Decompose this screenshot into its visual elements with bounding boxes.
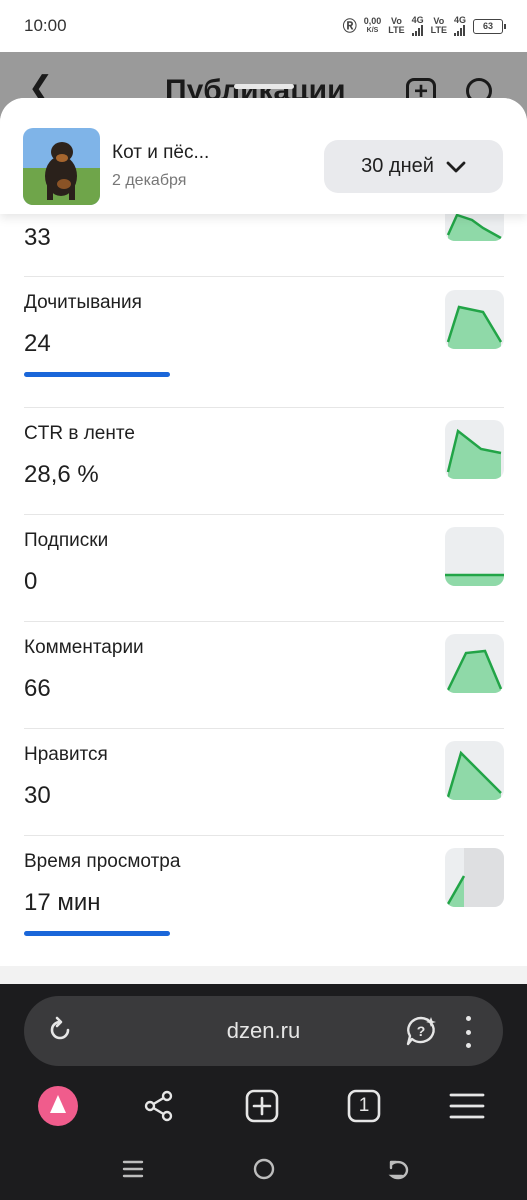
nfc-icon: Ⓡ [342, 18, 357, 34]
network-speed: 0,00 K/S [364, 17, 382, 35]
publication-title[interactable]: Кот и пёс... [112, 142, 209, 164]
metric-row-subscriptions[interactable]: Подписки 0 [24, 528, 504, 608]
new-tab-button[interactable] [240, 1084, 284, 1128]
metric-row-read-through[interactable]: Дочитывания 24 [24, 290, 504, 380]
period-label: 30 дней [361, 155, 434, 177]
signal-2-gen: 4G [453, 15, 466, 25]
metric-value: 17 мин [24, 889, 101, 916]
metric-label: Комментарии [24, 637, 144, 658]
volte-1: Vo LTE [388, 17, 404, 35]
volte-1-bottom: LTE [388, 25, 405, 35]
divider [24, 407, 504, 408]
progress-bar [24, 931, 170, 936]
share-button[interactable] [137, 1084, 181, 1128]
divider [24, 728, 504, 729]
metric-label: Нравится [24, 744, 108, 765]
menu-button[interactable] [445, 1084, 489, 1128]
metric-row-ctr[interactable]: CTR в ленте 28,6 % [24, 421, 504, 501]
system-navigation [0, 1154, 527, 1190]
metric-label: CTR в ленте [24, 423, 135, 444]
alice-icon [38, 1086, 78, 1126]
divider [24, 835, 504, 836]
browser-bar: dzen.ru ? 1 [0, 984, 527, 1200]
battery-level: 63 [482, 21, 493, 31]
metric-value: 33 [24, 224, 51, 251]
metric-value: 28,6 % [24, 461, 99, 488]
divider [24, 621, 504, 622]
sparkline-chart [445, 848, 504, 907]
metric-value: 0 [24, 568, 38, 595]
status-time: 10:00 [24, 16, 67, 35]
tabs-button[interactable]: 1 [342, 1084, 386, 1128]
tabs-count: 1 [358, 1095, 370, 1116]
sparkline-chart [445, 741, 504, 800]
sheet-grabber[interactable] [234, 84, 294, 89]
signal-1-gen: 4G [411, 15, 424, 25]
metric-label: Дочитывания [24, 292, 142, 313]
plus-square-icon [245, 1089, 279, 1123]
progress-bar [24, 372, 170, 377]
metric-row-watch-time[interactable]: Время просмотра 17 мин [24, 849, 504, 939]
metric-value: 24 [24, 330, 51, 357]
metric-row-views[interactable]: 33 [24, 214, 504, 274]
address-bar[interactable]: dzen.ru ? [24, 996, 503, 1066]
volte-2: Vo LTE [431, 17, 447, 35]
battery-icon: 63 [473, 18, 506, 34]
hamburger-menu-icon [449, 1093, 485, 1119]
sparkline-chart [445, 634, 504, 693]
status-icons: Ⓡ 0,00 K/S Vo LTE 4G Vo LTE 4G 63 [342, 16, 506, 36]
signal-2: 4G [454, 16, 466, 36]
signal-bars-icon [454, 25, 466, 36]
divider [24, 514, 504, 515]
metric-label: Подписки [24, 530, 109, 551]
publication-date: 2 декабря [112, 172, 187, 189]
assistant-question-icon[interactable]: ? [404, 1014, 438, 1048]
metric-value: 30 [24, 782, 51, 809]
svg-text:?: ? [417, 1023, 426, 1039]
signal-bars-icon [412, 25, 424, 36]
stats-sheet: 33 Дочитывания 24 CTR в ленте 28,6 % Под… [0, 98, 527, 984]
status-bar: 10:00 Ⓡ 0,00 K/S Vo LTE 4G Vo LTE 4G 63 [0, 0, 527, 52]
alice-button[interactable] [36, 1084, 80, 1128]
sparkline-chart [445, 420, 504, 479]
volte-2-bottom: LTE [430, 25, 447, 35]
publication-header: Кот и пёс... 2 декабря 30 дней [0, 98, 527, 214]
chevron-down-icon [446, 161, 466, 172]
back-icon[interactable] [382, 1154, 412, 1184]
share-icon [144, 1090, 173, 1122]
sparkline-chart [445, 527, 504, 586]
metrics-list: 33 Дочитывания 24 CTR в ленте 28,6 % Под… [0, 98, 527, 966]
divider [24, 276, 504, 277]
metric-row-comments[interactable]: Комментарии 66 [24, 635, 504, 715]
metric-label: Время просмотра [24, 851, 181, 872]
metric-row-likes[interactable]: Нравится 30 [24, 742, 504, 822]
sparkline-chart [445, 290, 504, 349]
signal-1: 4G [412, 16, 424, 36]
network-speed-unit: K/S [366, 27, 379, 34]
more-options-icon[interactable] [464, 1016, 472, 1048]
metric-value: 66 [24, 675, 51, 702]
browser-toolbar: 1 [0, 1084, 527, 1130]
home-icon[interactable] [249, 1154, 279, 1184]
network-speed-value: 0,00 [363, 16, 382, 26]
period-dropdown[interactable]: 30 дней [324, 140, 503, 193]
recent-apps-icon[interactable] [118, 1154, 148, 1184]
publication-thumbnail[interactable] [23, 128, 100, 205]
